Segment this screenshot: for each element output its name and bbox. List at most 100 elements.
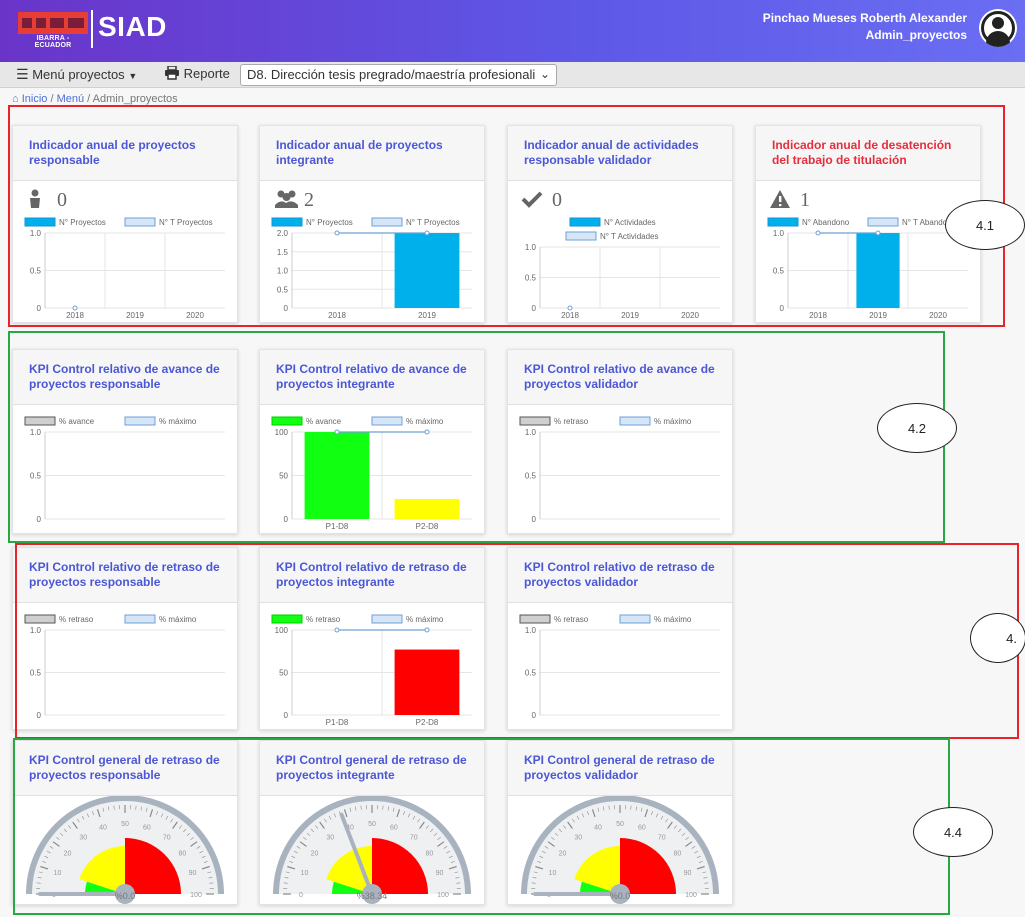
line-point[interactable] <box>424 429 430 435</box>
card-chart: 2 N° Proyectos N° T Proyectos 2.0 1.5 1.0 0.5 0… <box>271 189 472 320</box>
y-tick-label: 0 <box>37 304 42 313</box>
gauge-tick-label: 70 <box>410 835 418 842</box>
legend-label: N° Actividades <box>604 218 656 227</box>
card-title: KPI Control general de retraso de proyec… <box>260 741 484 796</box>
card-kpi-re-resp: KPI Control relativo de retraso de proye… <box>12 547 238 730</box>
legend-swatch <box>565 231 597 241</box>
card-title: KPI Control general de retraso de proyec… <box>13 741 237 796</box>
legend-label: % retraso <box>554 615 589 624</box>
legend-swatch <box>371 217 403 227</box>
breadcrumb-menu[interactable]: Menú <box>57 93 85 105</box>
chart-legend[interactable]: N° Abandono N° T Abando <box>767 217 948 227</box>
legend-label: % retraso <box>554 417 589 426</box>
y-tick-label: 0.5 <box>30 472 42 481</box>
line-point[interactable] <box>424 230 430 236</box>
card-chart: % retraso % máximo 100 50 0 P1-D8 P2-D8 <box>271 614 472 727</box>
legend-swatch <box>569 217 601 227</box>
legend-swatch <box>867 217 899 227</box>
x-tick-label: P1-D8 <box>326 718 349 727</box>
gauge-tick-label: 70 <box>658 835 666 842</box>
y-tick-label: 0.5 <box>525 274 537 283</box>
users-icon <box>275 190 298 208</box>
x-tick-label: 2018 <box>66 311 84 320</box>
legend-label: N° T Abando <box>902 218 948 227</box>
gauge-tick-label: 30 <box>574 835 582 842</box>
chart-legend[interactable]: N° Actividades N° T Actividades <box>565 217 659 241</box>
card-chart: 1 N° Abandono N° T Abando 1.0 0.5 0 2018 2019 20… <box>767 189 968 320</box>
legend-swatch <box>24 614 56 624</box>
card-title: Indicador anual de desatención del traba… <box>756 126 980 181</box>
chart-legend[interactable]: % avance % máximo <box>24 416 197 426</box>
top-bar: IBARRA - ECUADOR SIAD Pinchao Mueses Rob… <box>0 0 1025 62</box>
x-tick-label: 2019 <box>869 311 887 320</box>
callout-4-1: 4.1 <box>945 200 1025 250</box>
chart-legend[interactable]: % avance % máximo <box>271 416 444 426</box>
bar[interactable] <box>394 649 460 715</box>
line-point[interactable] <box>424 627 430 633</box>
card-title: KPI Control relativo de retraso de proye… <box>260 548 484 603</box>
gauge-tick-label: 50 <box>616 821 624 828</box>
gauge-value-label: %0.0 <box>610 891 631 901</box>
line-point[interactable] <box>567 305 573 311</box>
card-chart: 0102030405060708090100%0.0 <box>26 796 224 904</box>
legend-swatch <box>124 614 156 624</box>
y-tick-label: 0 <box>284 515 289 524</box>
bar[interactable] <box>394 498 460 519</box>
legend-label: N° T Actividades <box>600 232 659 241</box>
x-tick-label: 2020 <box>186 311 204 320</box>
app-name[interactable]: SIAD <box>98 11 167 43</box>
line-point[interactable] <box>334 230 340 236</box>
user-avatar-icon[interactable] <box>979 9 1017 47</box>
line-point[interactable] <box>875 230 881 236</box>
callout-4-3: 4. <box>970 613 1025 663</box>
line-point[interactable] <box>334 429 340 435</box>
card-title: KPI Control relativo de avance de proyec… <box>13 350 237 405</box>
gauge-tick-label: 100 <box>685 892 697 899</box>
line-point[interactable] <box>72 305 78 311</box>
card-gauge-int: KPI Control general de retraso de proyec… <box>259 740 485 905</box>
gauge-tick-label: 100 <box>437 892 449 899</box>
breadcrumb-home[interactable]: ⌂ Inicio <box>12 93 47 105</box>
bar[interactable] <box>856 233 900 308</box>
check-icon <box>521 191 543 208</box>
chart-legend[interactable]: % retraso % máximo <box>519 614 692 624</box>
chart-legend[interactable]: % retraso % máximo <box>519 416 692 426</box>
y-tick-label: 0 <box>532 304 537 313</box>
legend-label: % máximo <box>654 417 692 426</box>
utn-logo[interactable]: IBARRA - ECUADOR <box>18 12 88 49</box>
card-title: KPI Control general de retraso de proyec… <box>508 741 732 796</box>
bar[interactable] <box>304 432 370 519</box>
card-chart: 010203040 50 60708090100%38.34 <box>273 796 471 904</box>
warning-icon <box>770 190 790 208</box>
logo-divider <box>91 10 93 48</box>
chart-legend[interactable]: N° Proyectos N° T Proyectos <box>24 217 213 227</box>
y-tick-label: 1.0 <box>525 243 537 252</box>
project-select[interactable]: D8. Dirección tesis pregrado/maestría pr… <box>240 64 557 86</box>
card-chart: 0102030405060708090100%0.0 <box>521 796 719 904</box>
gauge-tick-label: 50 <box>368 821 376 828</box>
legend-swatch <box>124 217 156 227</box>
legend-label: % avance <box>59 417 95 426</box>
chart-legend[interactable]: % retraso % máximo <box>271 614 444 624</box>
report-button[interactable]: Reporte <box>164 65 230 81</box>
card-ind-resp: Indicador anual de proyectos responsable… <box>12 125 238 323</box>
x-tick-label: 2018 <box>328 311 346 320</box>
chart-legend[interactable]: N° Proyectos N° T Proyectos <box>271 217 460 227</box>
projects-menu-button[interactable]: ☰ Menú proyectos ▼ <box>16 66 137 83</box>
line-point[interactable] <box>815 230 821 236</box>
legend-swatch <box>271 416 303 426</box>
card-chart: % retraso % máximo 1.0 0.5 0 <box>24 614 225 720</box>
y-tick-label: 0 <box>37 711 42 720</box>
y-tick-label: 1.0 <box>525 626 537 635</box>
line-point[interactable] <box>334 627 340 633</box>
y-tick-label: 0.5 <box>525 669 537 678</box>
chart-legend[interactable]: % retraso % máximo <box>24 614 197 624</box>
gauge-tick-label: 30 <box>326 835 334 842</box>
gauge-tick-label: 40 <box>594 824 602 831</box>
x-tick-label: 2019 <box>126 311 144 320</box>
card-title: KPI Control relativo de retraso de proye… <box>13 548 237 603</box>
callout-4-4: 4.4 <box>913 807 993 857</box>
bar[interactable] <box>394 233 460 308</box>
gauge-tick-label: 30 <box>79 835 87 842</box>
legend-label: % máximo <box>654 615 692 624</box>
